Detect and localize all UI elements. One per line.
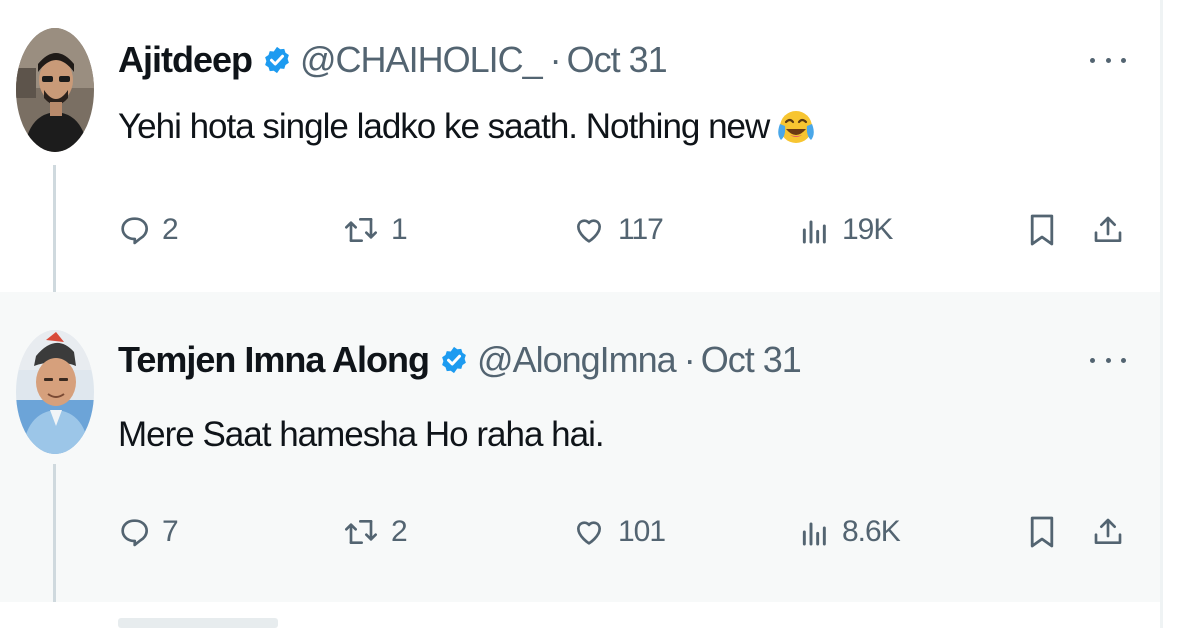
tweet[interactable]: Temjen Imna Along @AlongImna · Oct 31 Me… (0, 292, 1160, 602)
reply-icon (121, 519, 148, 547)
repost-count: 2 (391, 515, 408, 548)
tears-of-joy-emoji-icon (777, 108, 815, 146)
repost-button[interactable]: 1 (343, 205, 408, 255)
bookmark-icon (1030, 214, 1054, 246)
repost-icon (345, 218, 377, 242)
tweet[interactable]: Ajitdeep @CHAIHOLIC_ · Oct 31 Yehi hota … (0, 0, 1160, 292)
reply-button[interactable]: 2 (118, 205, 179, 255)
repost-button[interactable]: 2 (343, 507, 408, 557)
bookmark-button[interactable] (1028, 205, 1056, 255)
tweet-header: Temjen Imna Along @AlongImna · Oct 31 (118, 338, 802, 382)
like-count: 117 (618, 213, 664, 246)
verified-badge-icon (439, 345, 469, 375)
user-handle[interactable]: @CHAIHOLIC_ (300, 39, 543, 81)
share-button[interactable] (1092, 507, 1124, 557)
like-button[interactable]: 101 (572, 507, 666, 557)
timeline-border (1160, 0, 1163, 628)
reply-count: 7 (162, 515, 179, 548)
more-options-icon[interactable] (1090, 50, 1126, 70)
tweet-actions: 2 1 117 19K (0, 205, 1160, 255)
avatar[interactable] (16, 28, 94, 152)
heart-icon (577, 219, 601, 243)
views-count: 19K (842, 213, 893, 246)
tweet-text: Mere Saat hamesha Ho raha hai. (118, 412, 605, 458)
repost-icon (345, 520, 377, 544)
views-chart-icon (802, 522, 826, 546)
bookmark-button[interactable] (1028, 507, 1056, 557)
repost-count: 1 (391, 213, 408, 246)
reply-count: 2 (162, 213, 179, 246)
views-chart-icon (802, 220, 826, 244)
tweet-text-content: Yehi hota single ladko ke saath. Nothing… (118, 107, 770, 146)
like-count: 101 (618, 515, 666, 548)
user-handle[interactable]: @AlongImna (477, 339, 677, 381)
verified-badge-icon (262, 45, 292, 75)
reply-icon (121, 217, 148, 245)
thread-line (53, 464, 56, 602)
bookmark-icon (1030, 516, 1054, 548)
tweet-header: Ajitdeep @CHAIHOLIC_ · Oct 31 (118, 38, 668, 82)
share-icon (1094, 216, 1122, 242)
more-options-icon[interactable] (1090, 350, 1126, 370)
views-button[interactable]: 8.6K (800, 507, 901, 557)
tweet-text-content: Mere Saat hamesha Ho raha hai. (118, 415, 605, 454)
tweet-date[interactable]: Oct 31 (701, 339, 802, 381)
tweet-text: Yehi hota single ladko ke saath. Nothing… (118, 104, 815, 150)
display-name[interactable]: Ajitdeep (118, 39, 253, 81)
reply-button[interactable]: 7 (118, 507, 179, 557)
views-button[interactable]: 19K (800, 205, 893, 255)
display-name[interactable]: Temjen Imna Along (118, 339, 430, 381)
heart-icon (577, 521, 601, 545)
separator-dot: · (549, 39, 562, 80)
next-tweet-placeholder (118, 618, 278, 628)
tweet-actions: 7 2 101 8.6K (0, 507, 1160, 557)
share-icon (1094, 518, 1122, 544)
like-button[interactable]: 117 (572, 205, 664, 255)
separator-dot: · (683, 339, 696, 380)
share-button[interactable] (1092, 205, 1124, 255)
tweet-date[interactable]: Oct 31 (567, 39, 668, 81)
avatar[interactable] (16, 330, 94, 454)
views-count: 8.6K (842, 515, 901, 548)
